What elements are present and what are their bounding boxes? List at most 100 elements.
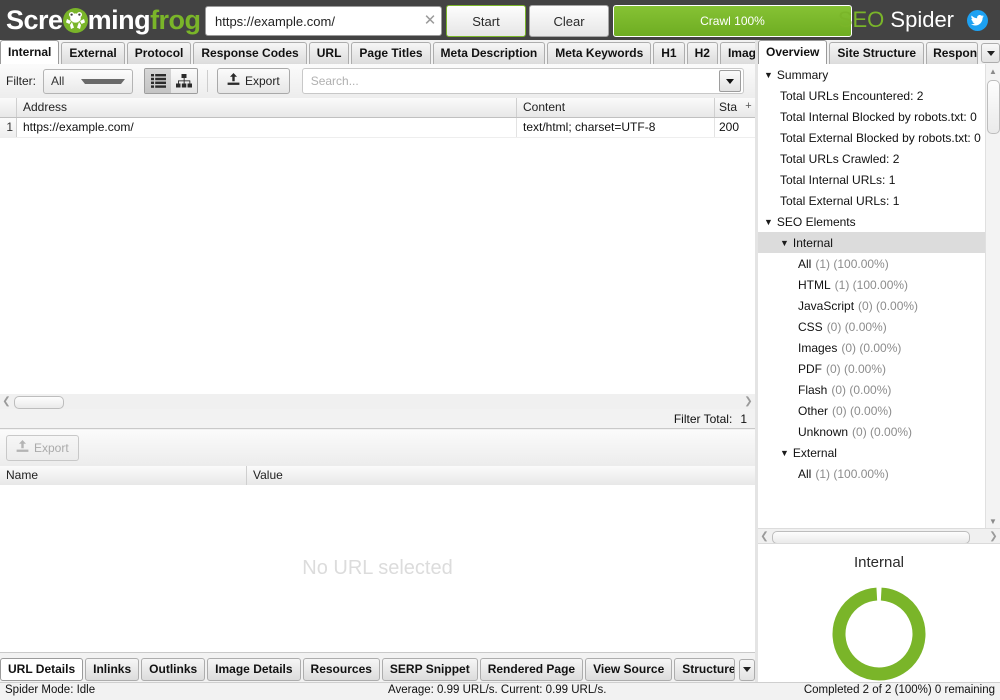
tree-item-label: Other [798,403,829,418]
filter-select[interactable]: All [43,68,133,94]
bottom-tab-structured-data[interactable]: Structured Data [674,658,736,681]
table-horizontal-scrollbar[interactable]: ❮ ❯ [0,394,755,410]
right-tab-overview[interactable]: Overview [758,40,828,64]
tab-page-titles[interactable]: Page Titles [351,42,431,64]
column-header-name[interactable]: Name [0,466,247,485]
tree-expand-arrow-icon[interactable]: ▼ [780,238,789,248]
overview-tree: ▼ Summary Total URLs Encountered: 2 Total I… [758,64,986,528]
export-button[interactable]: Export [217,68,290,94]
tree-item[interactable]: Total URLs Encountered: 2 [758,85,986,106]
bottom-tab-resources[interactable]: Resources [302,658,380,681]
bottom-tab-url-details[interactable]: URL Details [0,658,84,681]
lower-export-button[interactable]: Export [6,435,79,461]
tree-item[interactable]: Unknown (0) (0.00%) [758,421,986,442]
tree-expand-arrow-icon[interactable]: ▼ [780,448,789,458]
url-input[interactable] [206,7,419,35]
tree-item[interactable]: CSS (0) (0.00%) [758,316,986,337]
start-button[interactable]: Start [446,5,526,37]
tab-meta-keywords[interactable]: Meta Keywords [547,42,652,64]
url-bar[interactable]: ✕ [205,6,442,36]
bottom-tab-view-source[interactable]: View Source [585,658,673,681]
tab-protocol[interactable]: Protocol [126,42,192,64]
tree-item[interactable]: ▼ SEO Elements [758,211,986,232]
tree-item[interactable]: All (1) (100.00%) [758,253,986,274]
tree-item[interactable]: PDF (0) (0.00%) [758,358,986,379]
search-input[interactable] [302,69,719,93]
status-rates: Average: 0.99 URL/s. Current: 0.99 URL/s… [388,684,607,696]
clear-url-x-icon[interactable]: ✕ [419,8,441,34]
scrollbar-thumb[interactable] [14,396,64,409]
tab-meta-description[interactable]: Meta Description [432,42,546,64]
tree-expand-arrow-icon[interactable]: ▼ [764,70,773,80]
column-sort-indicator-icon[interactable]: + [743,98,754,117]
tree-item-label: Internal [792,235,833,250]
export-upload-icon [227,73,240,89]
right-tab-site-structure[interactable]: Site Structure [829,42,925,64]
search-box[interactable] [301,68,744,94]
tab-internal[interactable]: Internal [0,40,60,64]
tree-item[interactable]: Flash (0) (0.00%) [758,379,986,400]
filter-toolbar: Filter: All Export [0,64,755,99]
right-tabs-overflow-button[interactable] [981,43,1000,63]
tree-item[interactable]: ▼ External [758,442,986,463]
chevron-right-icon[interactable]: ❯ [742,396,755,407]
filter-total-value: 1 [740,411,747,426]
tab-response-codes[interactable]: Response Codes [193,42,307,64]
tree-item[interactable]: Images (0) (0.00%) [758,337,986,358]
tree-item[interactable]: All (1) (100.00%) [758,463,986,484]
chevron-down-icon[interactable]: ▼ [986,514,1000,528]
tree-item-label: HTML [798,277,831,292]
chevron-left-icon[interactable]: ❮ [758,531,771,542]
bottom-tab-inlinks[interactable]: Inlinks [85,658,140,681]
right-tab-response-times[interactable]: Respons [926,42,979,64]
column-header-status[interactable]: Sta [715,98,743,117]
tree-item[interactable]: Total Internal URLs: 1 [758,169,986,190]
bottom-tab-serp-snippet[interactable]: SERP Snippet [381,658,478,681]
tree-item-count: (0) (0.00%) [832,403,893,418]
twitter-bird-icon[interactable] [967,10,988,31]
list-view-icon[interactable] [145,69,171,93]
tree-expand-arrow-icon[interactable]: ▼ [764,217,773,227]
toolbar-divider [207,70,208,92]
clear-button[interactable]: Clear [529,5,609,37]
scrollbar-thumb[interactable] [987,80,1000,134]
filter-select-value: All [51,74,65,88]
tab-h2[interactable]: H2 [686,42,718,64]
tree-item[interactable]: HTML (1) (100.00%) [758,274,986,295]
table-row[interactable]: 1 https://example.com/ text/html; charse… [0,118,755,138]
tree-view-icon[interactable] [171,69,197,93]
tree-item-label: Total Internal Blocked by robots.txt: 0 [780,109,977,124]
bottom-tab-rendered-page[interactable]: Rendered Page [479,658,584,681]
bottom-tab-outlinks[interactable]: Outlinks [141,658,206,681]
tree-item[interactable]: Total URLs Crawled: 2 [758,148,986,169]
tree-item-count: (0) (0.00%) [826,319,887,334]
tree-item[interactable]: Total Internal Blocked by robots.txt: 0 [758,106,986,127]
row-address[interactable]: https://example.com/ [17,118,517,137]
chevron-left-icon[interactable]: ❮ [0,396,13,407]
bottom-tabs-overflow-button[interactable] [739,658,755,681]
column-header-address[interactable]: Address [17,98,517,117]
tab-h1[interactable]: H1 [653,42,685,64]
tree-item[interactable]: JavaScript (0) (0.00%) [758,295,986,316]
column-header-index[interactable] [0,98,17,117]
tab-url[interactable]: URL [308,42,350,64]
tree-item[interactable]: Other (0) (0.00%) [758,400,986,421]
tree-item[interactable]: Total External URLs: 1 [758,190,986,211]
search-options-button[interactable] [718,70,741,92]
column-header-value[interactable]: Value [247,466,755,485]
chevron-right-icon[interactable]: ❯ [987,531,1000,542]
chevron-up-icon[interactable]: ▲ [986,64,1000,78]
tree-item[interactable]: ▼ Internal [758,232,986,253]
tab-external[interactable]: External [61,42,125,64]
tree-item-label: SEO Elements [776,214,856,229]
column-header-content[interactable]: Content [517,98,715,117]
bottom-tab-image-details[interactable]: Image Details [207,658,301,681]
logo-text-part3: frog [150,4,201,35]
tree-item[interactable]: Total External Blocked by robots.txt: 0 [758,127,986,148]
right-panel-vertical-scrollbar[interactable]: ▲ ▼ [985,64,1000,528]
scrollbar-track[interactable] [13,396,742,409]
tree-item[interactable]: ▼ Summary [758,64,986,85]
chevron-down-icon [725,78,734,84]
export-button-label: Export [245,74,280,88]
tree-item-count: (1) (100.00%) [834,277,909,292]
